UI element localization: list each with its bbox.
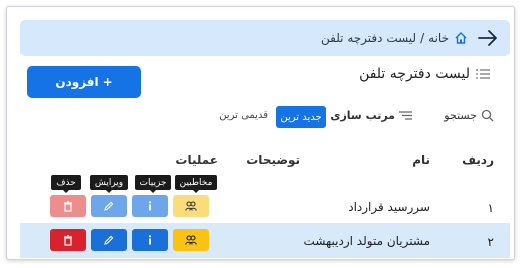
row-actions	[50, 195, 209, 217]
add-button-label: افزودن	[55, 75, 99, 89]
breadcrumb-current: لیست دفترچه تلفن	[321, 31, 417, 45]
sort-label: مرتب سازی	[330, 109, 395, 122]
search-control[interactable]: جستجو	[444, 109, 494, 122]
users-icon	[185, 201, 197, 211]
info-icon	[148, 235, 152, 245]
breadcrumb: خانه / لیست دفترچه تلفن	[321, 20, 468, 56]
search-label: جستجو	[444, 109, 477, 122]
row-actions	[50, 229, 209, 251]
sort-oldest-button[interactable]: قدیمی ترین	[219, 110, 268, 121]
header-index: ردیف	[462, 153, 494, 167]
sort-icon	[399, 111, 412, 120]
pencil-icon	[104, 201, 114, 211]
page-title-text: لیست دفترچه تلفن	[359, 66, 470, 82]
action-tooltips: حذف ویرایش جزییات مخاطبین	[51, 175, 221, 193]
trash-icon	[64, 234, 72, 246]
trash-icon	[64, 200, 72, 212]
page-title: لیست دفترچه تلفن	[359, 66, 490, 82]
tooltip-contacts: مخاطبین	[175, 175, 217, 193]
header-name: نام	[412, 153, 430, 167]
breadcrumb-home[interactable]: خانه	[428, 31, 449, 45]
arrow-right-icon[interactable]	[477, 28, 499, 48]
users-icon	[185, 235, 197, 245]
contacts-button[interactable]	[173, 195, 209, 217]
tooltip-delete: حذف	[51, 175, 81, 193]
phonebook-table: ردیف نام توضیحات عملیات ۱ سررسید قرارداد	[20, 144, 510, 258]
pencil-icon	[104, 235, 114, 245]
edit-button[interactable]	[91, 195, 127, 217]
row-name: مشتریان متولد اردیبهشت	[303, 234, 430, 248]
delete-button[interactable]	[50, 229, 86, 251]
row-index: ۲	[487, 235, 494, 249]
tooltip-edit: ویرایش	[90, 175, 128, 193]
details-button[interactable]	[132, 195, 168, 217]
table-row[interactable]: ۲ مشتریان متولد اردیبهشت	[20, 224, 510, 258]
breadcrumb-bar: خانه / لیست دفترچه تلفن	[20, 20, 510, 56]
list-icon	[476, 69, 490, 79]
sort-newest-button[interactable]: جدید ترین	[276, 106, 326, 128]
list-toolbar: جستجو مرتب سازی جدید ترین قدیمی ترین	[207, 106, 494, 130]
page-frame: خانه / لیست دفترچه تلفن لیست دفترچه تلفن…	[6, 6, 515, 260]
table-header: ردیف نام توضیحات عملیات	[20, 144, 510, 178]
contacts-button[interactable]	[173, 229, 209, 251]
breadcrumb-separator: /	[420, 31, 425, 45]
sort-control[interactable]: مرتب سازی	[330, 109, 412, 122]
header-description: توضیحات	[246, 153, 300, 167]
details-button[interactable]	[132, 229, 168, 251]
plus-icon: +	[102, 75, 113, 89]
home-icon[interactable]	[454, 31, 468, 45]
row-index: ۱	[487, 201, 494, 215]
header-operations: عملیات	[175, 153, 218, 167]
tooltip-details: جزییات	[135, 175, 171, 193]
info-icon	[148, 201, 152, 211]
delete-button[interactable]	[50, 195, 86, 217]
table-row[interactable]: ۱ سررسید قرارداد	[20, 190, 510, 224]
row-name: سررسید قرارداد	[348, 200, 430, 214]
search-icon	[481, 109, 494, 122]
add-button[interactable]: + افزودن	[27, 66, 141, 98]
edit-button[interactable]	[91, 229, 127, 251]
